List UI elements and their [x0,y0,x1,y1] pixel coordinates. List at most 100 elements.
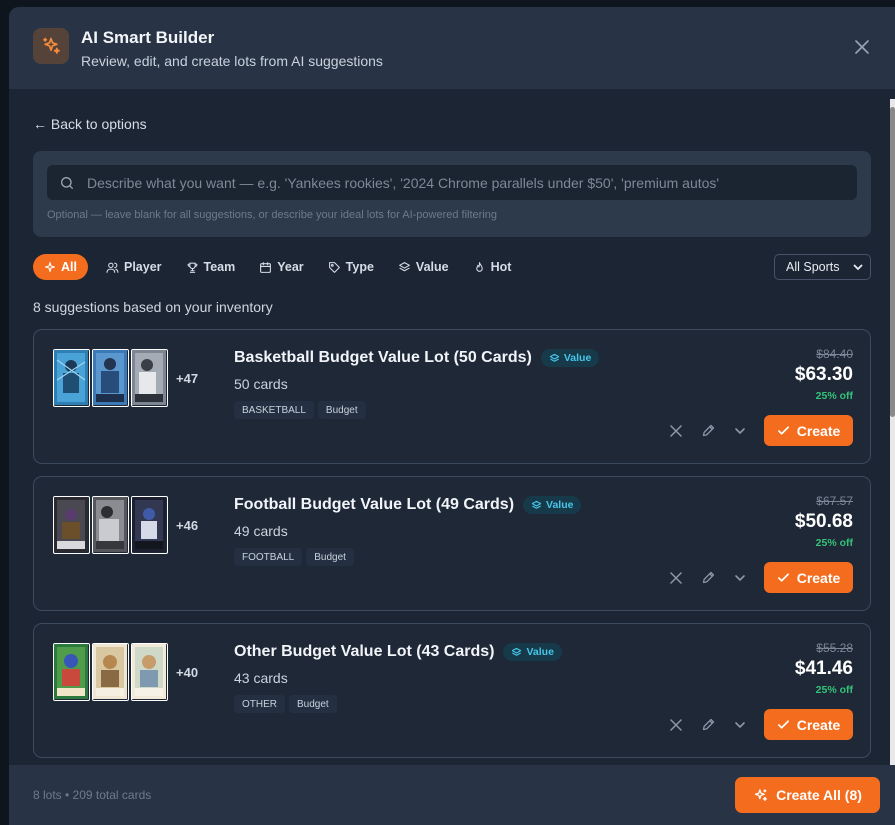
lot-actions: Create [656,415,853,446]
lot-tag: OTHER [234,695,285,713]
more-cards-count: +40 [176,664,199,680]
more-cards-count: +46 [176,517,199,533]
lot-title-row: Football Budget Value Lot (49 Cards) Val… [234,496,582,514]
modal-title: AI Smart Builder [81,27,215,47]
search-icon [60,176,73,189]
value-badge: Value [503,643,562,661]
sport-select[interactable]: All Sports [774,254,871,280]
chevron-down-icon [735,427,745,434]
close-icon [670,718,682,731]
discount-label: 25% off [815,537,853,549]
lot-tags: BASKETBALL Budget [234,401,599,419]
lot-tag: Budget [317,401,366,419]
lot-card-count: 43 cards [234,670,288,686]
lot-card: +47 Basketball Budget Value Lot (50 Card… [33,329,871,464]
sparkles-icon [33,28,69,64]
close-button[interactable] [853,38,871,56]
dismiss-lot-button[interactable] [664,419,688,443]
lot-card-count: 50 cards [234,376,288,392]
layers-icon [512,647,522,656]
filter-chip-year[interactable]: Year [249,254,313,280]
lot-price: $41.46 [794,658,853,679]
filter-chip-all[interactable]: All [33,254,88,280]
users-icon [106,262,119,273]
discount-label: 25% off [815,684,853,696]
filter-chip-hot[interactable]: Hot [463,254,522,280]
check-icon [777,720,789,729]
lot-tag: Budget [306,548,354,566]
create-lot-button[interactable]: Create [764,709,853,740]
close-icon [670,424,682,437]
filter-chip-type[interactable]: Type [318,254,384,280]
edit-lot-button[interactable] [696,566,720,590]
value-badge-label: Value [563,352,592,364]
lot-title-row: Basketball Budget Value Lot (50 Cards) V… [234,349,600,367]
dismiss-lot-button[interactable] [664,566,688,590]
lot-list: +47 Basketball Budget Value Lot (50 Card… [33,329,871,758]
original-price: $84.40 [816,347,853,361]
content-scrollbar[interactable] [890,99,895,771]
dismiss-lot-button[interactable] [664,713,688,737]
create-all-button[interactable]: Create All (8) [735,777,880,813]
chevron-down-icon [735,574,745,581]
filter-row: All Player Team Year Type Value Hot All … [33,254,871,280]
filter-chip-player[interactable]: Player [96,254,172,280]
more-cards-count: +47 [176,370,199,386]
filter-chip-label: Value [415,260,449,274]
back-to-options-link[interactable]: ← Back to options [33,116,147,132]
search-input[interactable] [87,174,845,191]
lot-tags: OTHER Budget [234,695,562,713]
footer-stats: 8 lots • 209 total cards [33,788,152,802]
modal-header: AI Smart Builder Review, edit, and creat… [9,7,895,89]
expand-lot-button[interactable] [728,566,752,590]
filter-chip-team[interactable]: Team [176,254,246,280]
lot-info: Basketball Budget Value Lot (50 Cards) V… [234,349,600,419]
filter-chip-label: Hot [490,260,512,274]
ai-smart-builder-modal: AI Smart Builder Review, edit, and creat… [9,7,895,825]
pencil-icon [702,718,714,731]
scrollbar-thumb[interactable] [890,107,895,417]
card-thumbnail [131,643,168,701]
value-badge: Value [540,349,600,367]
edit-lot-button[interactable] [696,419,720,443]
search-box [47,165,857,200]
create-lot-label: Create [796,569,841,586]
edit-lot-button[interactable] [696,713,720,737]
expand-lot-button[interactable] [728,713,752,737]
create-lot-button[interactable]: Create [764,562,853,593]
filter-chip-label: All [61,260,77,274]
chevron-down-icon [853,264,863,271]
lot-card: +40 Other Budget Value Lot (43 Cards) Va… [33,623,871,758]
create-lot-label: Create [796,422,841,439]
suggestions-summary: 8 suggestions based on your inventory [33,299,273,315]
flame-icon [475,261,483,272]
modal-content: ← Back to options Optional — leave blank… [9,89,895,765]
card-thumbnail [53,496,90,554]
expand-lot-button[interactable] [728,419,752,443]
lot-title-row: Other Budget Value Lot (43 Cards) Value [234,643,562,661]
modal-footer: 8 lots • 209 total cards Create All (8) [9,765,895,825]
calendar-icon [260,261,272,273]
lot-card-count: 49 cards [234,523,288,539]
create-all-label: Create All (8) [776,787,862,803]
create-lot-button[interactable]: Create [764,415,853,446]
lot-tag: Budget [289,695,337,713]
pencil-icon [702,571,714,584]
sparkle-icon [44,261,56,273]
filter-chip-label: Type [345,260,374,274]
filter-chip-value[interactable]: Value [388,254,459,280]
filter-chip-label: Team [203,260,236,274]
close-icon [855,40,869,54]
lot-card: +46 Football Budget Value Lot (49 Cards)… [33,476,871,611]
pencil-icon [702,424,714,437]
search-hint: Optional — leave blank for all suggestio… [47,209,498,221]
lot-actions: Create [656,562,853,593]
layers-icon [399,261,410,271]
trophy-icon [187,262,197,273]
lot-title: Other Budget Value Lot (43 Cards) [234,643,495,660]
card-thumbnail [53,349,90,407]
lot-info: Other Budget Value Lot (43 Cards) Value … [234,643,562,713]
lot-title: Basketball Budget Value Lot (50 Cards) [234,349,532,366]
original-price: $67.57 [816,494,853,508]
chevron-down-icon [735,721,745,728]
